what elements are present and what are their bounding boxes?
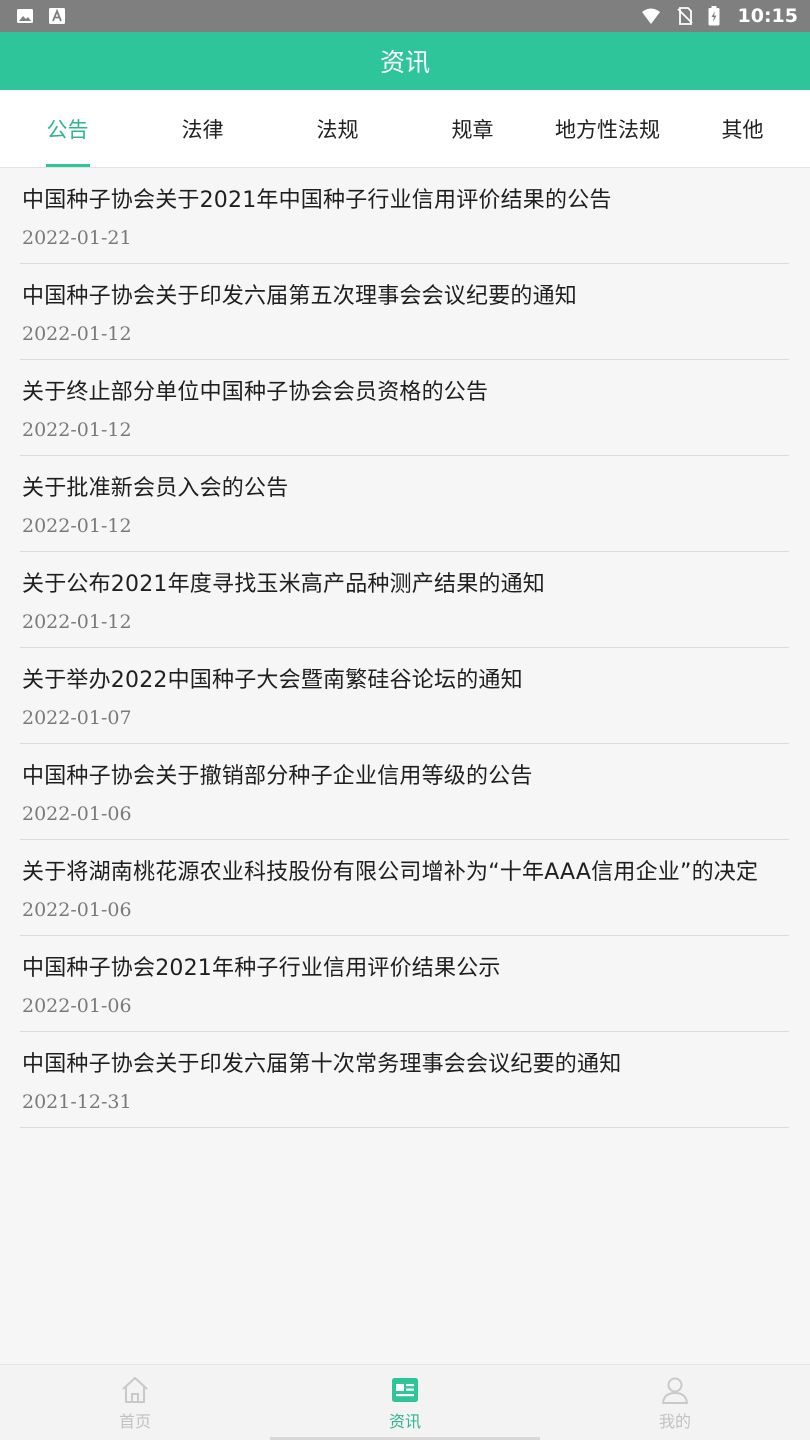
list-item[interactable]: 关于将湖南桃花源农业科技股份有限公司增补为“十年AAA信用企业”的决定 2022…	[20, 840, 789, 936]
news-date: 2022-01-12	[22, 611, 132, 633]
news-date: 2022-01-12	[22, 323, 132, 345]
nav-profile[interactable]: 我的	[540, 1365, 810, 1440]
list-item[interactable]: 中国种子协会关于印发六届第五次理事会会议纪要的通知 2022-01-12	[20, 264, 789, 360]
tab-label: 地方性法规	[555, 117, 660, 142]
list-item[interactable]: 中国种子协会关于印发六届第十次常务理事会会议纪要的通知 2021-12-31	[20, 1032, 789, 1128]
battery-charging-icon	[708, 6, 720, 26]
news-title: 关于将湖南桃花源农业科技股份有限公司增补为“十年AAA信用企业”的决定	[22, 860, 759, 885]
image-icon	[17, 9, 33, 23]
tab-announcements[interactable]: 公告	[0, 90, 135, 167]
news-date: 2022-01-07	[22, 707, 132, 729]
news-title: 关于批准新会员入会的公告	[22, 476, 289, 501]
tab-label: 其他	[721, 117, 764, 142]
news-title: 中国种子协会关于印发六届第五次理事会会议纪要的通知	[22, 284, 578, 309]
profile-icon	[662, 1377, 688, 1404]
tab-regulations[interactable]: 法规	[270, 90, 405, 167]
news-title: 关于终止部分单位中国种子协会会员资格的公告	[22, 380, 489, 405]
bottom-nav: 首页 资讯 我的	[0, 1364, 810, 1440]
news-date: 2022-01-06	[22, 995, 132, 1017]
list-item[interactable]: 中国种子协会关于2021年中国种子行业信用评价结果的公告 2022-01-21	[20, 168, 789, 264]
news-title: 关于公布2021年度寻找玉米高产品种测产结果的通知	[22, 572, 545, 597]
nav-news[interactable]: 资讯	[270, 1365, 540, 1440]
news-date: 2021-12-31	[22, 1091, 132, 1113]
page-title: 资讯	[379, 48, 430, 77]
news-title: 中国种子协会关于撤销部分种子企业信用等级的公告	[22, 764, 533, 789]
active-tab-indicator	[45, 164, 90, 167]
nav-label: 资讯	[388, 1411, 421, 1431]
nav-label: 首页	[118, 1411, 151, 1431]
app-bar: 资讯	[0, 32, 810, 90]
news-date: 2022-01-06	[22, 899, 132, 921]
font-icon	[49, 8, 65, 24]
list-item[interactable]: 中国种子协会关于撤销部分种子企业信用等级的公告 2022-01-06	[20, 744, 789, 840]
wifi-icon	[641, 8, 660, 24]
nav-label: 我的	[658, 1411, 691, 1431]
news-list: 中国种子协会关于2021年中国种子行业信用评价结果的公告 2022-01-21 …	[20, 168, 789, 1128]
tab-laws[interactable]: 法律	[135, 90, 270, 167]
news-title: 关于举办2022中国种子大会暨南繁硅谷论坛的通知	[22, 668, 523, 693]
list-item[interactable]: 关于终止部分单位中国种子协会会员资格的公告 2022-01-12	[20, 360, 789, 456]
status-left	[16, 7, 66, 25]
no-sim-icon	[676, 7, 693, 25]
news-title: 中国种子协会2021年种子行业信用评价结果公示	[22, 956, 501, 981]
tab-label: 公告	[46, 117, 89, 142]
tab-others[interactable]: 其他	[675, 90, 810, 167]
list-item[interactable]: 关于公布2021年度寻找玉米高产品种测产结果的通知 2022-01-12	[20, 552, 789, 648]
news-icon	[392, 1377, 418, 1402]
category-tabs: 公告 法律 法规 规章 地方性法规 其他	[0, 90, 810, 168]
list-item[interactable]: 中国种子协会2021年种子行业信用评价结果公示 2022-01-06	[20, 936, 789, 1032]
tab-label: 法律	[181, 117, 224, 142]
news-date: 2022-01-21	[22, 227, 132, 249]
tab-label: 规章	[451, 117, 494, 142]
news-title: 中国种子协会关于2021年中国种子行业信用评价结果的公告	[22, 188, 612, 213]
list-item[interactable]: 关于举办2022中国种子大会暨南繁硅谷论坛的通知 2022-01-07	[20, 648, 789, 744]
news-date: 2022-01-06	[22, 803, 132, 825]
news-title: 中国种子协会关于印发六届第十次常务理事会会议纪要的通知	[22, 1052, 622, 1077]
news-date: 2022-01-12	[22, 419, 132, 441]
clock: 10:15	[737, 5, 798, 27]
home-icon	[122, 1376, 148, 1403]
news-date: 2022-01-12	[22, 515, 132, 537]
nav-home[interactable]: 首页	[0, 1365, 270, 1440]
tab-rules[interactable]: 规章	[405, 90, 540, 167]
status-right: 10:15	[640, 5, 798, 27]
tab-local-regulations[interactable]: 地方性法规	[540, 90, 675, 167]
tab-label: 法规	[316, 117, 359, 142]
list-item[interactable]: 关于批准新会员入会的公告 2022-01-12	[20, 456, 789, 552]
status-bar: 10:15	[0, 0, 810, 32]
